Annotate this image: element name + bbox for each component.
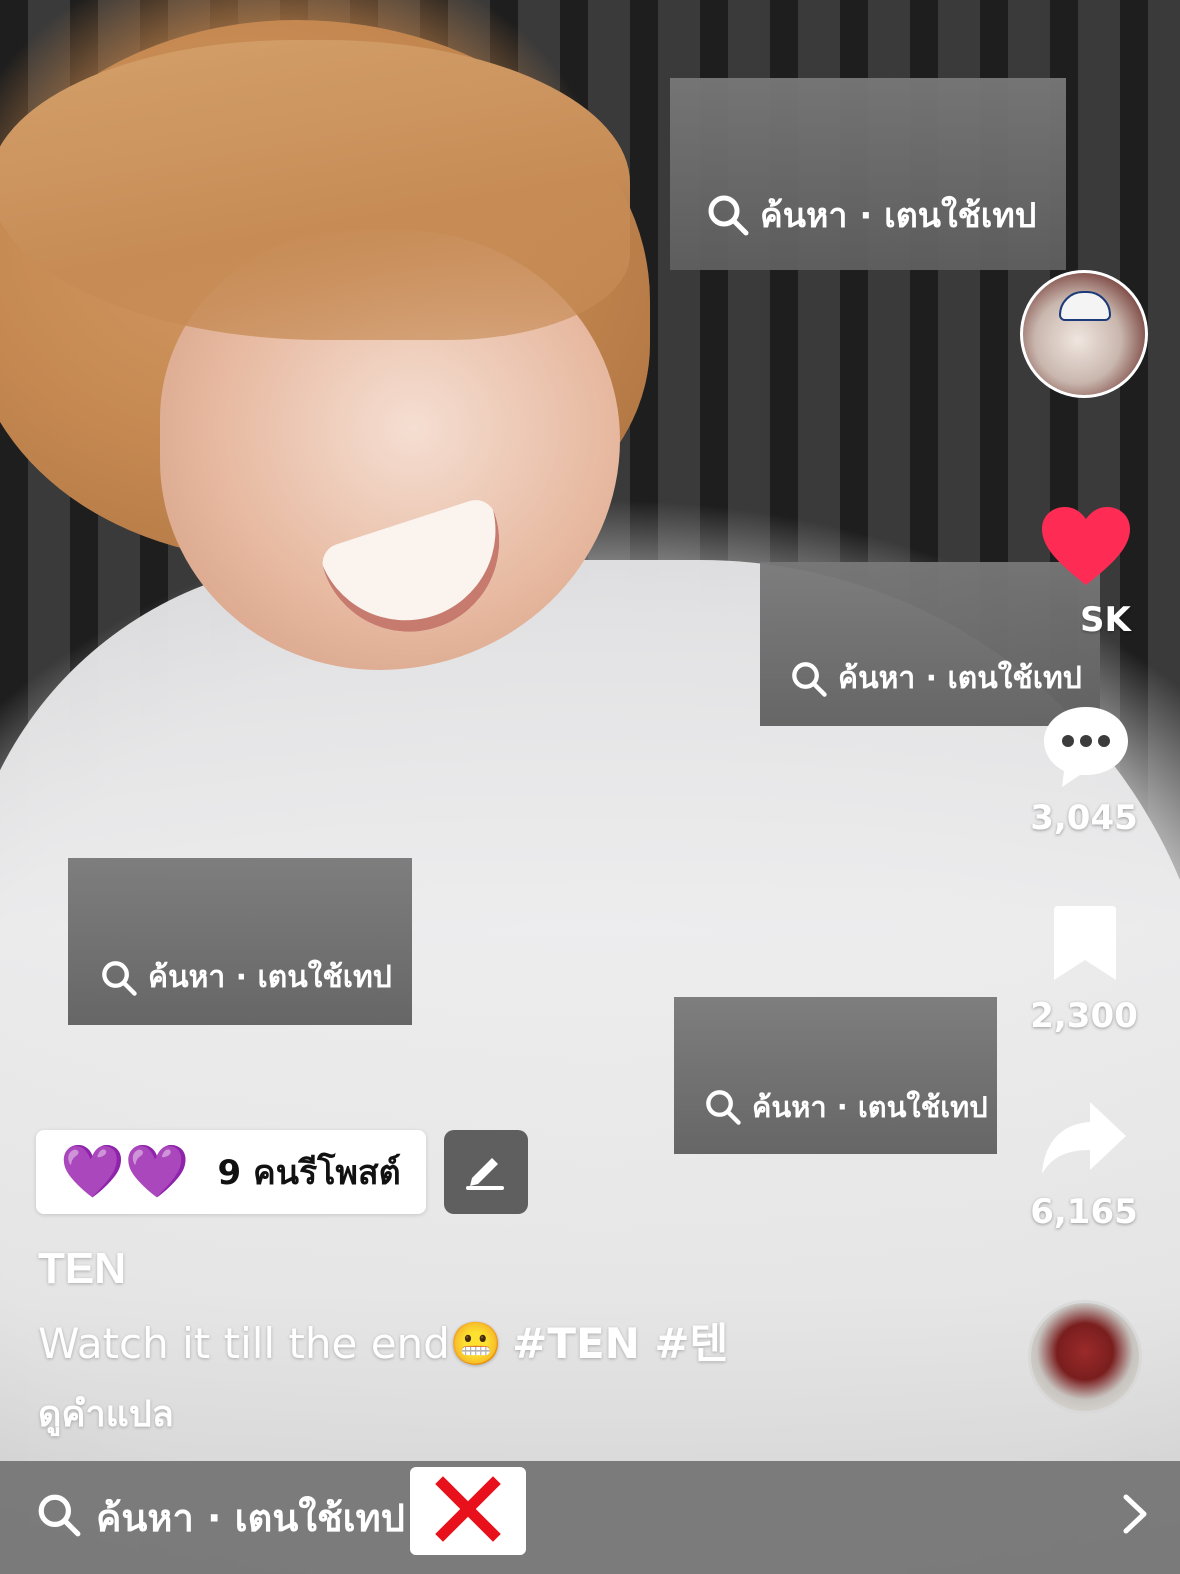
- search-icon: [100, 959, 138, 997]
- search-icon: [790, 660, 828, 698]
- bookmark-button[interactable]: [1052, 904, 1118, 982]
- share-button[interactable]: [1040, 1100, 1128, 1178]
- close-icon: [435, 1475, 501, 1547]
- bookmark-count: 2,300: [1030, 996, 1138, 1036]
- comment-button[interactable]: [1042, 703, 1130, 789]
- search-overlay-text: ค้นหา · เตนใช้เทป: [760, 196, 1037, 236]
- search-overlay-4[interactable]: ค้นหา · เตนใช้เทป: [674, 997, 997, 1154]
- search-overlay-text: ค้นหา · เตนใช้เทป: [838, 661, 1082, 696]
- edit-button[interactable]: [444, 1130, 528, 1214]
- purple-hearts-emoji: 💜💜: [60, 1143, 190, 1201]
- see-translation-link[interactable]: ดูคำแปล: [38, 1385, 174, 1442]
- bottom-search-text: ค้นหา · เตนใช้เทป: [96, 1496, 405, 1540]
- post-caption: Watch it till the end😬 #TEN #텐: [38, 1310, 728, 1371]
- search-overlay-3[interactable]: ค้นหา · เตนใช้เทป: [68, 858, 412, 1025]
- search-overlay-text: ค้นหา · เตนใช้เทป: [752, 1090, 988, 1124]
- heart-icon: [1040, 507, 1132, 593]
- author-avatar[interactable]: [1020, 270, 1148, 398]
- repost-pill[interactable]: 💜💜 9 คนรีโพสต์: [36, 1130, 426, 1214]
- chevron-right-icon[interactable]: [1120, 1491, 1150, 1542]
- search-icon: [36, 1492, 82, 1543]
- close-button[interactable]: [410, 1467, 526, 1555]
- author-name[interactable]: TEN: [38, 1244, 126, 1294]
- search-overlay-text: ค้นหา · เตนใช้เทป: [148, 960, 392, 995]
- search-overlay-1[interactable]: ค้นหา · เตนใช้เทป: [670, 78, 1066, 270]
- avatar-cap-detail: [1059, 291, 1111, 321]
- bottom-search-bar[interactable]: ค้นหา · เตนใช้เทป: [0, 1461, 1180, 1574]
- repost-label: 9 คนรีโพสต์: [217, 1153, 401, 1193]
- search-icon: [704, 1088, 742, 1126]
- comment-count: 3,045: [1030, 798, 1138, 838]
- edit-icon: [464, 1148, 508, 1197]
- comment-icon: [1042, 707, 1130, 793]
- music-disc[interactable]: [1028, 1300, 1142, 1414]
- like-count: SK: [1080, 600, 1131, 640]
- bookmark-icon: [1052, 906, 1118, 986]
- caption-text: Watch it till the end😬: [38, 1319, 503, 1368]
- share-icon: [1040, 1102, 1128, 1182]
- video-fringe: [0, 40, 630, 340]
- share-count: 6,165: [1030, 1192, 1138, 1232]
- like-button[interactable]: [1040, 505, 1132, 589]
- search-icon: [706, 193, 750, 237]
- hashtags[interactable]: #TEN #텐: [512, 1319, 728, 1368]
